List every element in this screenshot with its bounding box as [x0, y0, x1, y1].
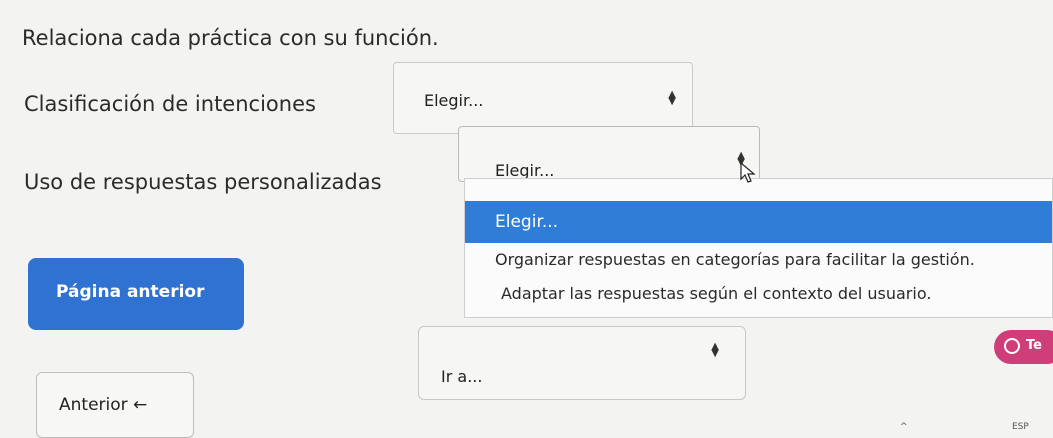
chat-label: Te — [1026, 338, 1042, 353]
chat-button[interactable]: Te — [994, 330, 1053, 364]
dropdown-options-list[interactable]: Elegir... Organizar respuestas en catego… — [464, 178, 1053, 318]
previous-page-label: Página anterior — [56, 282, 205, 302]
sort-caret-icon: ▲▼ — [711, 341, 719, 359]
select-intent-classification[interactable]: Elegir... ▲ ▼ — [393, 62, 693, 134]
dropdown-option[interactable]: Organizar respuestas en categorías para … — [465, 245, 1052, 275]
previous-page-button[interactable]: Página anterior — [28, 258, 244, 330]
select-personalized-responses[interactable]: Elegir... ▲▼ — [458, 126, 760, 182]
mouse-cursor-icon — [740, 162, 756, 183]
dropdown-option[interactable]: Adaptar las respuestas según el contexto… — [465, 279, 1052, 309]
taskbar-language[interactable]: ESP — [1012, 422, 1029, 432]
taskbar-chevron-icon[interactable]: ^ — [900, 422, 908, 432]
goto-value: Ir a... — [441, 367, 483, 386]
previous-label: Anterior ← — [59, 395, 148, 415]
dropdown-option[interactable]: Elegir... — [465, 201, 1052, 243]
chat-bubble-icon — [1004, 338, 1020, 354]
row-label-personalized-responses: Uso de respuestas personalizadas — [24, 170, 382, 194]
taskbar: ^ ESP — [0, 420, 1053, 435]
row-label-intent-classification: Clasificación de intenciones — [24, 92, 316, 116]
question-text: Relaciona cada práctica con su función. — [22, 26, 439, 50]
goto-select[interactable]: Ir a... ▲ ▼ — [418, 326, 746, 400]
select-value: Elegir... — [424, 91, 484, 110]
sort-caret-icon: ▲▼ — [668, 89, 676, 107]
